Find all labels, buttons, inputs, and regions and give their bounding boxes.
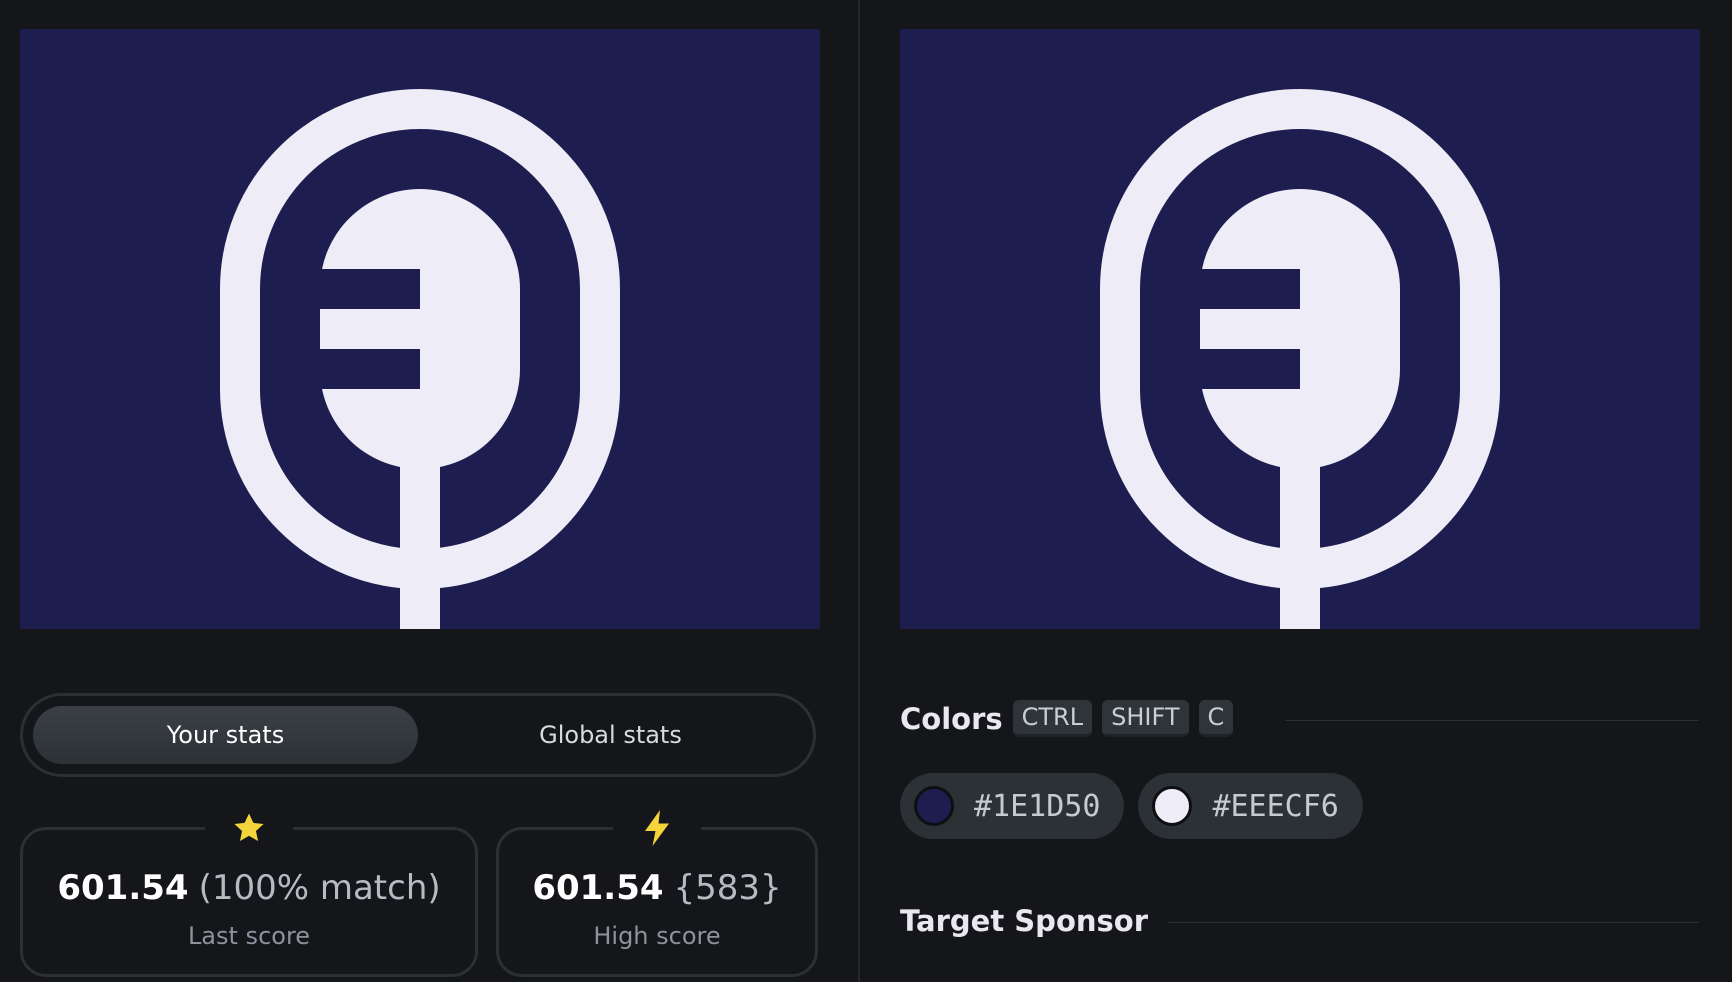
colors-title: Colors: [900, 701, 1003, 736]
stats-toggle: Your stats Global stats: [20, 693, 816, 777]
last-score-match: (100% match): [198, 868, 441, 908]
output-microphone-image: [20, 29, 820, 629]
shortcut-key-ctrl: CTRL: [1012, 700, 1093, 737]
panel-divider: [858, 0, 860, 982]
microphone-notch-top: [320, 269, 420, 309]
lightning-icon: [613, 806, 701, 850]
global-stats-tab[interactable]: Global stats: [418, 706, 803, 764]
high-score-line: 601.54 {583}: [532, 868, 781, 908]
output-canvas: [20, 29, 820, 629]
last-score-line: 601.54 (100% match): [57, 868, 440, 908]
last-score-card: 601.54 (100% match) Last score: [20, 806, 478, 977]
sponsor-header: Target Sponsor: [900, 904, 1148, 938]
target-canvas: [900, 29, 1700, 629]
shortcut-key-shift: SHIFT: [1102, 700, 1189, 737]
colors-divider: [1285, 720, 1699, 721]
microphone-head: [320, 189, 520, 469]
high-score-extra: {583}: [673, 868, 782, 908]
color-swatch[interactable]: #EEECF6: [1138, 773, 1363, 839]
star-icon: [205, 806, 293, 850]
target-microphone-image: [900, 29, 1700, 629]
microphone-notch-bottom: [320, 349, 420, 389]
microphone-stand: [1280, 439, 1320, 629]
colors-header: Colors CTRL SHIFT C: [900, 700, 1234, 737]
color-swatch[interactable]: #1E1D50: [900, 773, 1125, 839]
color-hex: #1E1D50: [974, 788, 1101, 824]
color-hex: #EEECF6: [1212, 788, 1339, 824]
sponsor-title: Target Sponsor: [900, 904, 1149, 938]
microphone-notch-bottom: [1200, 349, 1300, 389]
microphone-head: [1200, 189, 1400, 469]
app-frame: Your stats Global stats 601.54 (100% matc…: [0, 0, 1732, 982]
shortcut-key-c: C: [1198, 700, 1234, 737]
last-score-value: 601.54: [57, 868, 189, 908]
color-dot: [914, 786, 954, 826]
high-score-card: 601.54 {583} High score: [496, 806, 818, 977]
microphone-stand: [400, 439, 440, 629]
color-swatches: #1E1D50 #EEECF6: [900, 773, 1363, 839]
high-score-value: 601.54: [532, 868, 664, 908]
your-stats-tab[interactable]: Your stats: [33, 706, 418, 764]
high-score-label: High score: [593, 922, 721, 950]
last-score-label: Last score: [187, 922, 311, 950]
color-dot: [1152, 786, 1193, 826]
sponsor-divider: [1168, 922, 1699, 923]
microphone-notch-top: [1200, 269, 1300, 309]
